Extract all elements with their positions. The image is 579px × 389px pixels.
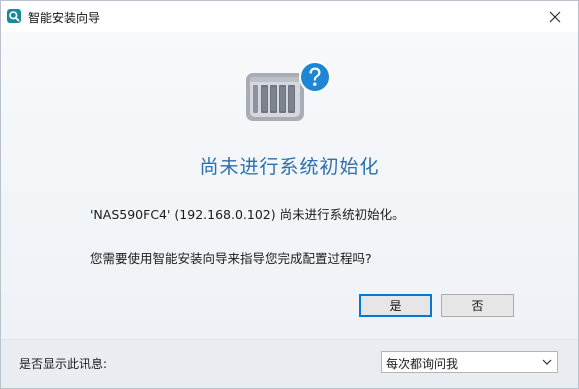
dropdown-selected-value: 每次都询问我 <box>386 357 459 371</box>
app-search-icon <box>7 9 21 23</box>
nas-device-question-icon <box>246 61 331 121</box>
show-message-label: 是否显示此讯息: <box>19 357 108 371</box>
status-message: 'NAS590FC4' (192.168.0.102) 尚未进行系统初始化。 <box>90 207 405 222</box>
close-icon <box>549 11 561 22</box>
no-button[interactable]: 否 <box>441 294 514 317</box>
chevron-down-icon <box>542 359 552 365</box>
title-bar: 智能安装向导 <box>1 1 578 32</box>
wizard-question: 您需要使用智能安装向导来指导您完成配置过程吗? <box>90 251 372 266</box>
yes-button[interactable]: 是 <box>359 294 432 317</box>
footer-bar: 是否显示此讯息: 每次都询问我 <box>1 339 578 388</box>
window-title: 智能安装向导 <box>28 11 101 25</box>
headline: 尚未进行系统初始化 <box>199 156 380 178</box>
close-button[interactable] <box>532 1 578 32</box>
show-message-dropdown[interactable]: 每次都询问我 <box>381 351 558 373</box>
wizard-content: 尚未进行系统初始化 'NAS590FC4' (192.168.0.102) 尚未… <box>1 32 578 341</box>
setup-wizard-window: 智能安装向导 尚未进行系统初始化 'NAS590FC4' (192.168.0.… <box>0 0 579 389</box>
